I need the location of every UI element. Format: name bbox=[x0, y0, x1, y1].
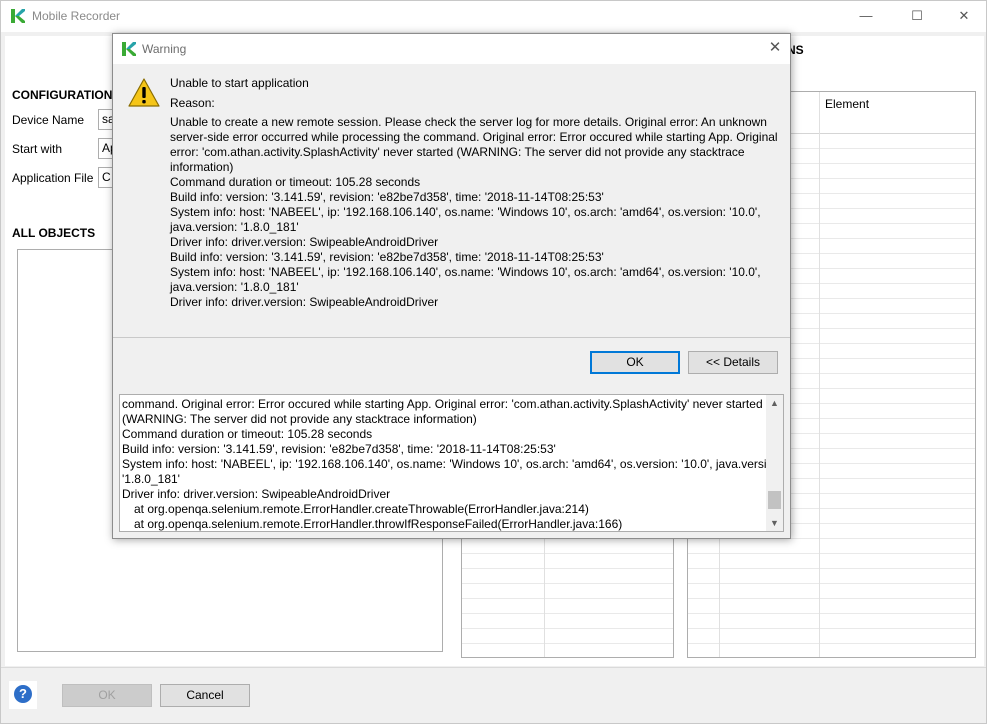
help-button[interactable]: ? bbox=[9, 681, 37, 709]
footer-divider bbox=[1, 667, 986, 668]
app-logo-icon bbox=[11, 9, 25, 23]
close-icon[interactable]: ✕ bbox=[941, 4, 987, 28]
details-line: Build info: version: '3.141.59', revisio… bbox=[122, 442, 556, 456]
dialog-message-area: Unable to start application Reason: Unab… bbox=[113, 64, 790, 338]
window-title: Mobile Recorder bbox=[32, 9, 121, 23]
warning-dialog: Warning ✕ Unable to start application Re… bbox=[112, 33, 791, 539]
stacktrace-text: command. Original error: Error occured w… bbox=[122, 397, 784, 531]
dialog-close-icon[interactable]: ✕ bbox=[765, 38, 785, 58]
details-text-area[interactable]: command. Original error: Error occured w… bbox=[119, 394, 784, 532]
scroll-up-icon[interactable]: ▲ bbox=[766, 395, 783, 411]
message-line: information) bbox=[170, 160, 234, 174]
dialog-title: Warning bbox=[142, 42, 187, 56]
scroll-down-icon[interactable]: ▼ bbox=[766, 515, 783, 531]
stack-frame-line: at org.openqa.selenium.remote.ErrorHandl… bbox=[134, 517, 623, 531]
message-line: Build info: version: '3.141.59', revisio… bbox=[170, 250, 604, 264]
details-scrollbar[interactable]: ▲ ▼ bbox=[766, 395, 783, 531]
warning-icon bbox=[128, 78, 160, 107]
element-column-header[interactable]: Element bbox=[825, 97, 869, 111]
details-line: (WARNING: The server did not provide any… bbox=[122, 412, 477, 426]
dialog-ok-button[interactable]: OK bbox=[590, 351, 680, 374]
cancel-button[interactable]: Cancel bbox=[160, 684, 250, 707]
reason-label: Reason: bbox=[170, 96, 215, 110]
start-with-label: Start with bbox=[12, 142, 63, 156]
dialog-title-bar[interactable]: Warning ✕ bbox=[113, 34, 790, 64]
details-line: command. Original error: Error occured w… bbox=[122, 397, 763, 411]
message-line: error: 'com.athan.activity.SplashActivit… bbox=[170, 145, 745, 159]
message-line: Driver info: driver.version: SwipeableAn… bbox=[170, 235, 439, 249]
device-name-label: Device Name bbox=[12, 113, 85, 127]
minimize-icon[interactable]: — bbox=[843, 4, 889, 28]
details-line: System info: host: 'NABEEL', ip: '192.16… bbox=[122, 457, 784, 471]
app-logo-icon bbox=[122, 42, 136, 56]
stack-frame-line: at org.openqa.selenium.remote.ErrorHandl… bbox=[134, 502, 589, 516]
message-line: Unable to create a new remote session. P… bbox=[170, 115, 767, 129]
message-line: Build info: version: '3.141.59', revisio… bbox=[170, 190, 604, 204]
message-line: java.version: '1.8.0_181' bbox=[170, 220, 299, 234]
message-line: Command duration or timeout: 105.28 seco… bbox=[170, 175, 421, 189]
all-objects-title: ALL OBJECTS bbox=[12, 226, 96, 240]
message-line: System info: host: 'NABEEL', ip: '192.16… bbox=[170, 205, 761, 219]
message-line: java.version: '1.8.0_181' bbox=[170, 280, 299, 294]
message-line: Driver info: driver.version: SwipeableAn… bbox=[170, 295, 439, 309]
details-line: Command duration or timeout: 105.28 seco… bbox=[122, 427, 373, 441]
help-icon: ? bbox=[14, 685, 32, 703]
details-line: '1.8.0_181' bbox=[122, 472, 180, 486]
details-toggle-button[interactable]: << Details bbox=[688, 351, 778, 374]
details-line: Driver info: driver.version: SwipeableAn… bbox=[122, 487, 391, 501]
ok-button[interactable]: OK bbox=[62, 684, 152, 707]
message-line: server-side error occurred while process… bbox=[170, 130, 778, 144]
configurations-title: CONFIGURATIONS bbox=[12, 88, 121, 102]
error-heading: Unable to start application bbox=[170, 76, 309, 90]
application-file-label: Application File bbox=[12, 171, 94, 185]
error-message: Unable to create a new remote session. P… bbox=[170, 115, 780, 310]
message-line: System info: host: 'NABEEL', ip: '192.16… bbox=[170, 265, 761, 279]
main-title-bar[interactable]: Mobile Recorder — ☐ ✕ bbox=[1, 1, 986, 32]
maximize-icon[interactable]: ☐ bbox=[894, 4, 940, 28]
scroll-thumb[interactable] bbox=[768, 491, 781, 509]
column-divider bbox=[819, 92, 820, 657]
